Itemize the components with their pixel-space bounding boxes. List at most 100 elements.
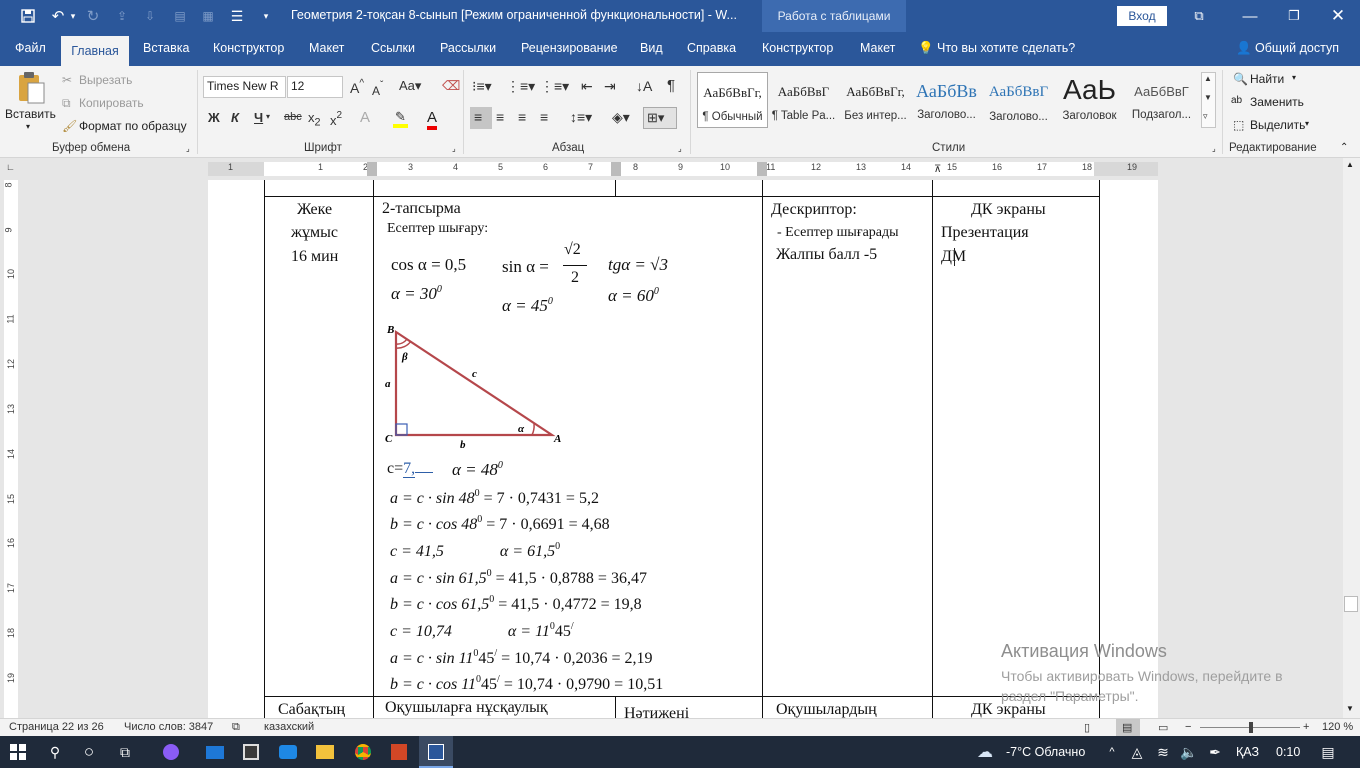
- text-effects-icon[interactable]: A: [360, 109, 370, 126]
- tab-view[interactable]: Вид: [640, 41, 663, 55]
- print-layout-button[interactable]: ▤: [1116, 719, 1140, 736]
- tab-help[interactable]: Справка: [687, 41, 736, 55]
- horizontal-ruler[interactable]: ∟ 1 1 2 3 4 5 6 7 8 9 10 11 12 13 14 15 …: [0, 158, 1360, 180]
- qat-icon-2[interactable]: ⇩: [142, 0, 158, 32]
- format-painter-icon[interactable]: 🖌: [62, 119, 77, 133]
- font-name-input[interactable]: Times New R: [203, 76, 286, 98]
- vertical-ruler[interactable]: 8 9 10 11 12 13 14 15 16 17 18 19: [0, 180, 20, 718]
- select-icon[interactable]: ⬚: [1233, 118, 1244, 132]
- qat-icon-4[interactable]: ▦: [200, 0, 216, 32]
- align-right-icon[interactable]: ≡: [518, 109, 526, 125]
- proofing-icon[interactable]: ⧉: [232, 721, 240, 734]
- decrease-indent-icon[interactable]: ⇤: [581, 78, 593, 95]
- network-icon[interactable]: ◬: [1127, 736, 1147, 768]
- underline-dropdown-icon[interactable]: ▾: [266, 112, 270, 121]
- show-marks-icon[interactable]: ¶: [667, 77, 675, 94]
- tab-layout[interactable]: Макет: [309, 41, 344, 55]
- vertical-ruler-track[interactable]: 8 9 10 11 12 13 14 15 16 17 18 19: [4, 180, 18, 718]
- font-color-icon[interactable]: A: [427, 109, 438, 130]
- save-icon[interactable]: [16, 0, 40, 32]
- volume-icon[interactable]: 🔈: [1179, 736, 1199, 768]
- qat-icon-1[interactable]: ⇪: [114, 0, 130, 32]
- file-explorer-icon[interactable]: [310, 736, 340, 768]
- word-taskbar-button[interactable]: [419, 736, 453, 768]
- find-icon[interactable]: 🔍: [1233, 72, 1248, 86]
- notifications-icon[interactable]: ▤: [1316, 736, 1340, 768]
- clipboard-launcher-icon[interactable]: ⌟: [186, 144, 190, 153]
- camera-app-icon[interactable]: [273, 736, 303, 768]
- tray-chevron-icon[interactable]: ^: [1102, 736, 1122, 768]
- share-button[interactable]: Общий доступ: [1255, 41, 1339, 55]
- line-spacing-icon[interactable]: ↕≡▾: [570, 109, 592, 126]
- style-subtitle[interactable]: АаБбВвГ Подзагол...: [1126, 72, 1197, 128]
- indent-marker[interactable]: ⊼: [934, 164, 941, 175]
- close-icon[interactable]: ✕: [1320, 0, 1356, 32]
- styles-scroll[interactable]: ▲ ▼ ▿: [1201, 72, 1216, 128]
- minimize-icon[interactable]: —: [1232, 0, 1268, 32]
- superscript-icon[interactable]: x2: [330, 110, 342, 128]
- shading-icon[interactable]: ◈▾: [612, 109, 630, 126]
- mail-icon[interactable]: [200, 736, 230, 768]
- column-marker[interactable]: [611, 162, 621, 176]
- input-language[interactable]: ҚАЗ: [1236, 745, 1259, 759]
- tab-table-layout[interactable]: Макет: [860, 41, 895, 55]
- page-count[interactable]: Страница 22 из 26: [9, 721, 104, 733]
- word-count[interactable]: Число слов: 3847: [124, 721, 213, 733]
- change-case-icon[interactable]: Aa▾: [399, 78, 421, 94]
- redo-icon[interactable]: ↻: [84, 0, 102, 32]
- zoom-out-icon[interactable]: −: [1185, 721, 1191, 733]
- style-table-paragraph[interactable]: АаБбВвГ ¶ Table Pa...: [768, 72, 839, 128]
- cut-button[interactable]: Вырезать: [79, 73, 132, 87]
- store-icon[interactable]: [236, 736, 266, 768]
- cut-icon[interactable]: ✂: [62, 73, 72, 87]
- find-button[interactable]: Найти: [1250, 72, 1284, 86]
- pen-icon[interactable]: ✒: [1205, 736, 1225, 768]
- ruler-track[interactable]: 1 1 2 3 4 5 6 7 8 9 10 11 12 13 14 15 16…: [208, 162, 1158, 176]
- subscript-icon[interactable]: x2: [308, 110, 321, 129]
- weather-text[interactable]: -7°C Облачно: [1006, 745, 1085, 759]
- scroll-up-icon[interactable]: ▲: [1346, 160, 1354, 169]
- italic-button[interactable]: К: [231, 110, 239, 125]
- app-icon-1[interactable]: [156, 736, 186, 768]
- style-heading-2[interactable]: АаБбВвГ Заголово...: [983, 72, 1054, 128]
- align-center-icon[interactable]: ≡: [496, 109, 504, 125]
- style-heading-1[interactable]: АаБбВв Заголово...: [911, 72, 982, 128]
- grow-font-icon[interactable]: A^: [350, 78, 364, 96]
- replace-button[interactable]: Заменить: [1250, 95, 1304, 109]
- tab-design[interactable]: Конструктор: [213, 41, 284, 55]
- undo-dropdown-icon[interactable]: ▾: [68, 0, 78, 32]
- highlight-icon[interactable]: ✎: [393, 109, 408, 128]
- document-icon[interactable]: ☰: [228, 0, 246, 32]
- font-size-input[interactable]: 12: [287, 76, 343, 98]
- scroll-thumb[interactable]: [1344, 596, 1358, 612]
- weather-icon[interactable]: ☁: [970, 736, 1000, 768]
- read-mode-icon[interactable]: ▯: [1084, 721, 1090, 734]
- paste-icon[interactable]: [14, 72, 46, 106]
- tell-me-input[interactable]: Что вы хотите сделать?: [937, 41, 1075, 55]
- bold-button[interactable]: Ж: [208, 110, 220, 125]
- customize-qat-icon[interactable]: ▾: [260, 0, 272, 32]
- copy-button[interactable]: Копировать: [79, 96, 144, 110]
- clear-formatting-icon[interactable]: ⌫: [442, 78, 460, 94]
- styles-launcher-icon[interactable]: ⌟: [1212, 144, 1216, 153]
- select-button[interactable]: Выделить: [1250, 118, 1305, 132]
- document-page[interactable]: Жеке жұмыс 16 мин 2-тапсырма Есептер шығ…: [208, 180, 1158, 718]
- collapse-ribbon-icon[interactable]: ⌃: [1340, 142, 1348, 153]
- web-layout-icon[interactable]: ▭: [1158, 721, 1168, 734]
- tab-file[interactable]: Файл: [15, 41, 46, 55]
- undo-icon[interactable]: ↶: [48, 0, 68, 32]
- scroll-down-icon[interactable]: ▼: [1346, 704, 1354, 713]
- multilevel-list-icon[interactable]: ⋮≡▾: [540, 78, 569, 95]
- find-dropdown-icon[interactable]: ▾: [1292, 73, 1296, 82]
- restore-icon[interactable]: ❐: [1276, 0, 1312, 32]
- task-view-icon[interactable]: ⧉: [110, 736, 140, 768]
- sort-icon[interactable]: ↓A: [636, 78, 652, 94]
- copy-icon[interactable]: ⧉: [62, 96, 71, 111]
- chrome-icon[interactable]: [348, 736, 378, 768]
- font-launcher-icon[interactable]: ⌟: [452, 144, 456, 153]
- zoom-level[interactable]: 120 %: [1322, 721, 1353, 733]
- style-no-spacing[interactable]: АаБбВвГг, Без интер...: [840, 72, 911, 128]
- vertical-scrollbar[interactable]: ▲ ▼: [1343, 158, 1360, 718]
- tab-home[interactable]: Главная: [61, 36, 129, 66]
- strikethrough-button[interactable]: abc: [284, 111, 302, 123]
